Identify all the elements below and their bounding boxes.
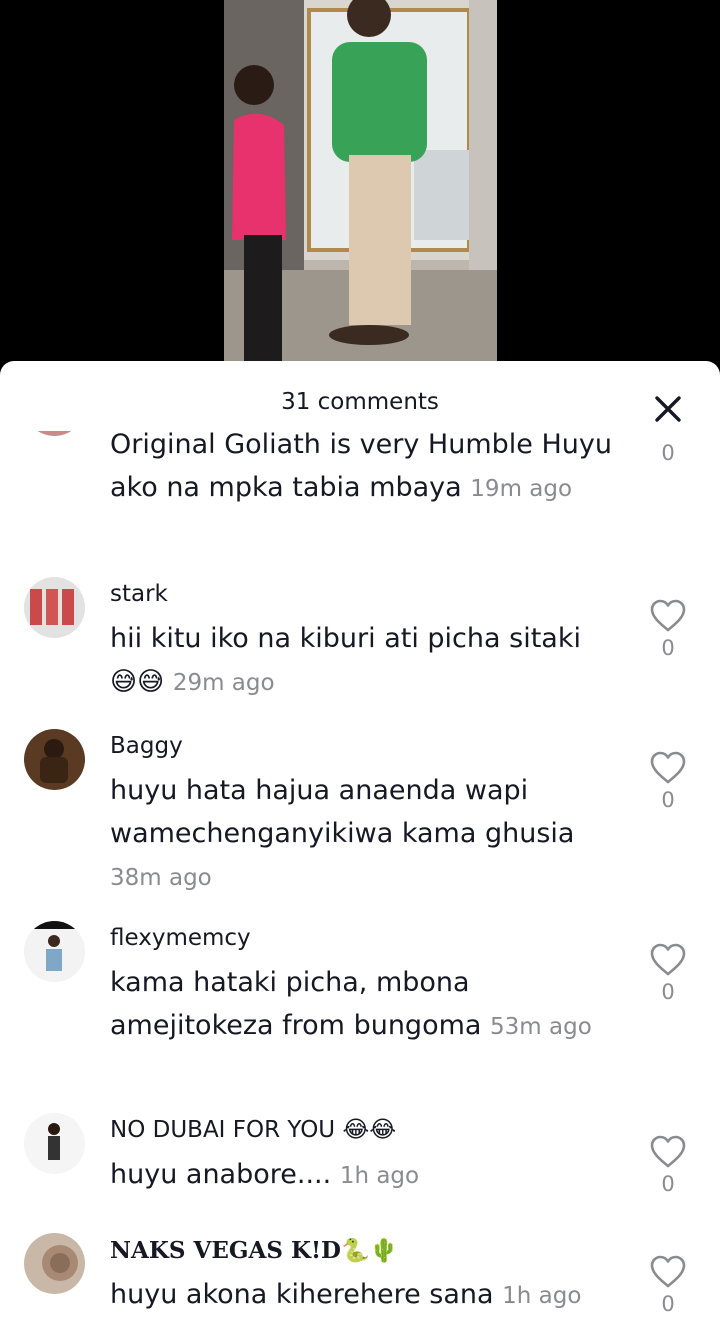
comment-username[interactable]: Baggy — [110, 733, 183, 759]
comment-text: kama hataki picha, mbona amejitokeza fro… — [110, 967, 592, 1041]
like-count: 0 — [661, 980, 675, 1004]
heart-outline-icon — [650, 599, 686, 632]
heart-outline-icon — [650, 751, 686, 784]
comment-timestamp: 53m ago — [490, 1014, 592, 1040]
like-count: 0 — [661, 1172, 675, 1196]
like-button[interactable]: 0 — [648, 751, 688, 812]
comment-timestamp: 1h ago — [502, 1283, 582, 1309]
avatar[interactable] — [24, 431, 85, 436]
heart-outline-icon — [650, 943, 686, 976]
comments-sheet: 31 comments Original Goliath is very Hum… — [0, 361, 720, 1320]
like-button[interactable]: 0 — [648, 1135, 688, 1196]
like-count: 0 — [661, 441, 675, 465]
comment-username[interactable]: stark — [110, 581, 168, 607]
comment-text: hii kitu iko na kiburi ati picha sitaki … — [110, 623, 581, 697]
avatar[interactable] — [24, 577, 85, 638]
comment-username[interactable]: NAKS VEGAS K!D🐍🌵 — [110, 1237, 398, 1264]
comment-count: 31 comments — [281, 389, 439, 415]
comment-username[interactable]: NO DUBAI FOR YOU 😂😂 — [110, 1117, 396, 1143]
comment-timestamp: 38m ago — [110, 865, 212, 891]
like-count: 0 — [661, 1292, 675, 1316]
comment-username[interactable]: flexymemcy — [110, 925, 251, 951]
comment-emoji: 😅😅 — [110, 667, 165, 697]
comment-timestamp: 1h ago — [339, 1163, 420, 1189]
video-frame — [224, 0, 497, 362]
heart-outline-icon — [650, 1135, 686, 1168]
avatar[interactable] — [24, 1113, 85, 1174]
close-icon[interactable] — [650, 391, 686, 427]
avatar[interactable] — [24, 1233, 85, 1294]
comment-text: huyu anabore.... 1h ago — [110, 1159, 420, 1190]
video-player[interactable] — [0, 0, 720, 380]
comment-timestamp: 19m ago — [470, 476, 573, 502]
comment-timestamp: 29m ago — [172, 670, 275, 696]
like-button[interactable]: 0 — [648, 599, 688, 660]
like-button[interactable]: 0 — [648, 437, 688, 465]
like-button[interactable]: 0 — [648, 943, 688, 1004]
like-count: 0 — [661, 636, 675, 660]
comment-list[interactable]: Original Goliath is very Humble Huyu ako… — [0, 431, 720, 1320]
like-count: 0 — [661, 788, 675, 812]
avatar[interactable] — [24, 921, 85, 982]
avatar[interactable] — [24, 729, 85, 790]
heart-outline-icon — [650, 1255, 686, 1288]
comment-text: Original Goliath is very Humble Huyu ako… — [110, 431, 612, 503]
comment-text: huyu hata hajua anaenda wapi wamechengan… — [110, 775, 575, 891]
like-button[interactable]: 0 — [648, 1255, 688, 1316]
comment-text: huyu akona kiherehere sana 1h ago — [110, 1279, 582, 1310]
